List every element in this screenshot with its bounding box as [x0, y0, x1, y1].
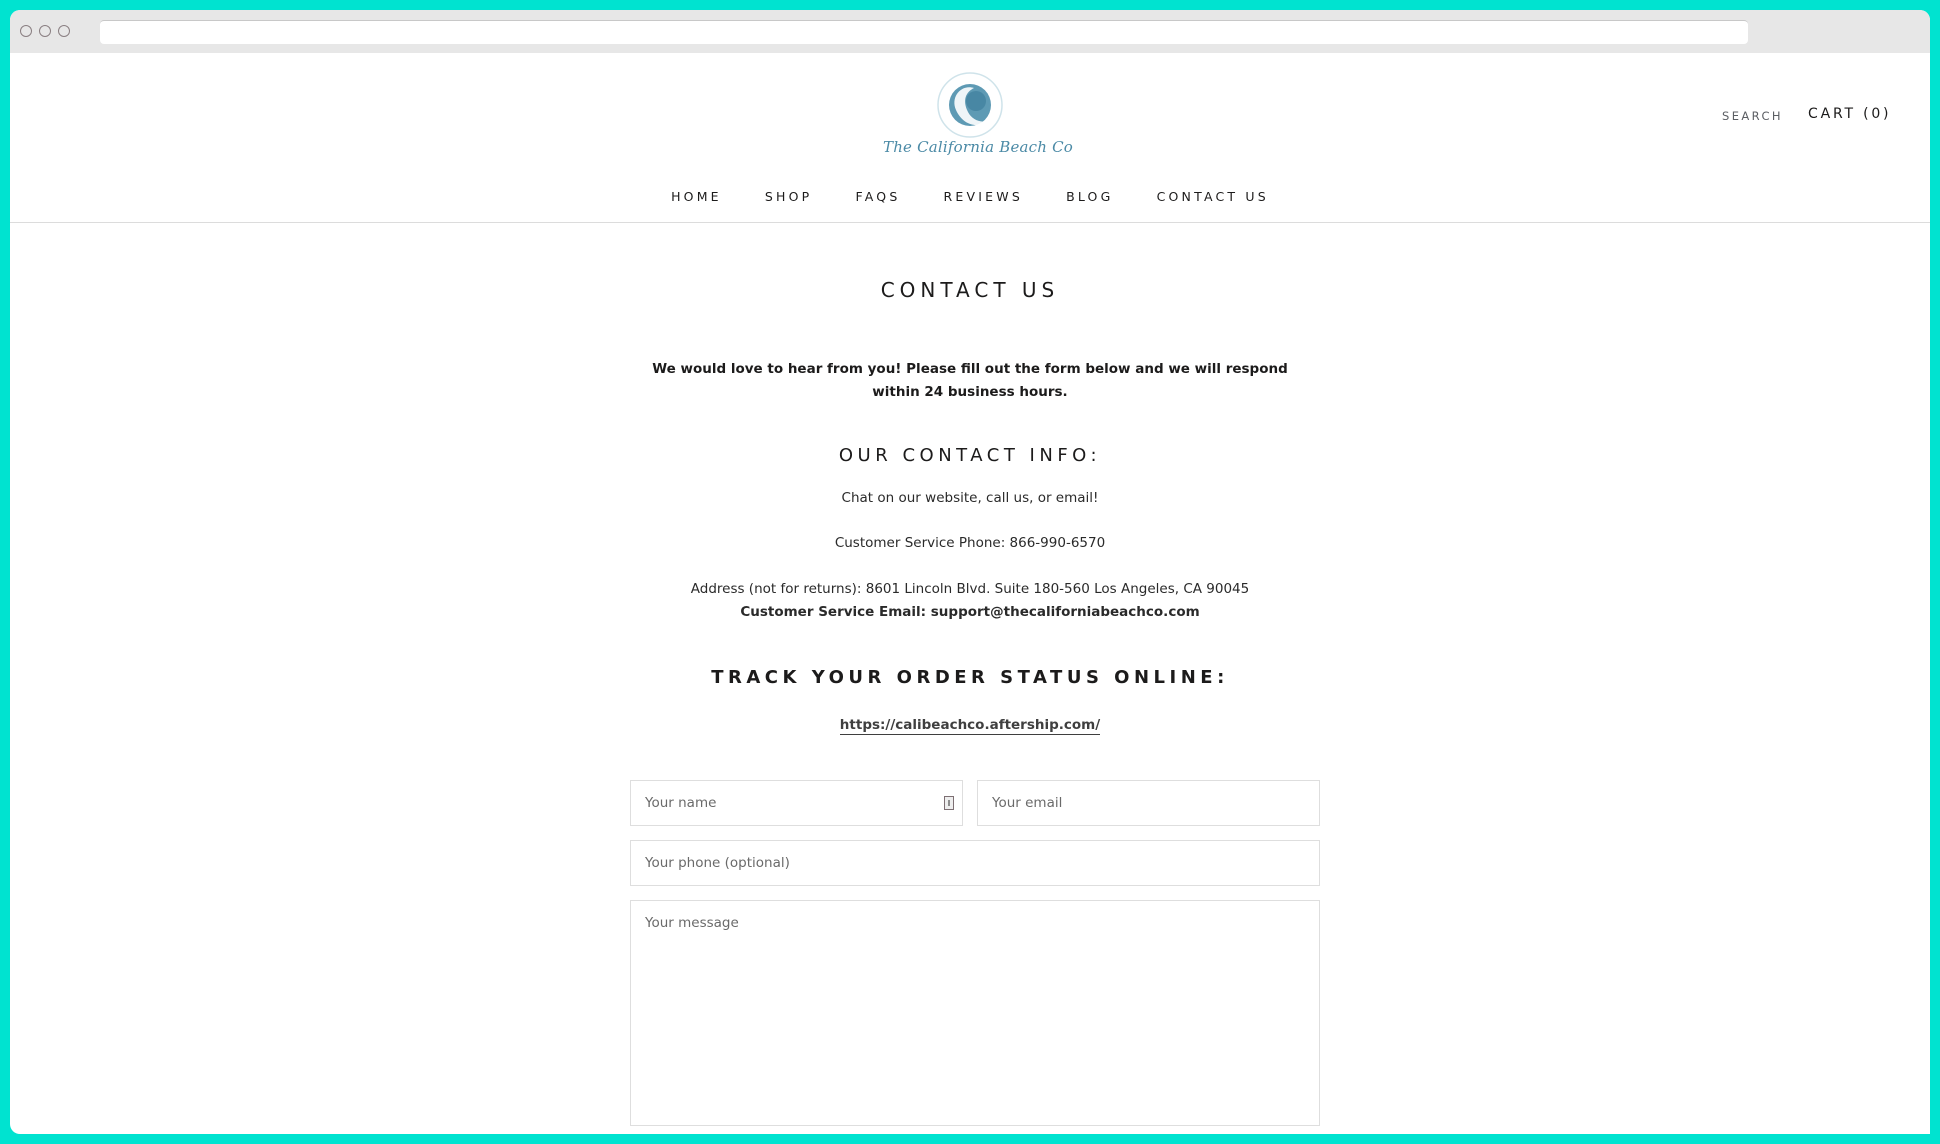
phone-input[interactable] [645, 841, 1319, 885]
chat-text: Chat on our website, call us, or email! [841, 490, 1099, 506]
address-text: Address (not for returns): 8601 Lincoln … [690, 581, 1250, 597]
email-input[interactable] [992, 781, 1319, 825]
nav-blog[interactable]: BLOG [1066, 189, 1113, 204]
header-divider [10, 222, 1930, 223]
window-close-icon[interactable] [20, 25, 32, 37]
page-title: CONTACT US [880, 278, 1060, 302]
track-link-wrap: https://calibeachco.aftership.com/ [10, 717, 1930, 735]
logo-text[interactable]: The California Beach Co [878, 138, 1078, 156]
phone-text: Customer Service Phone: 866-990-6570 [834, 535, 1106, 551]
browser-window: The California Beach Co SEARCH CART (0) … [10, 10, 1930, 1134]
name-input[interactable] [645, 781, 962, 825]
window-minimize-icon[interactable] [39, 25, 51, 37]
phone-field[interactable] [630, 840, 1320, 886]
intro-paragraph: We would love to hear from you! Please f… [652, 361, 1288, 400]
track-order-link[interactable]: https://calibeachco.aftership.com/ [839, 717, 1101, 735]
nav-contact-us[interactable]: CONTACT US [1157, 189, 1269, 204]
intro-text: We would love to hear from you! Please f… [10, 358, 1930, 404]
email-text: Customer Service Email: support@thecalif… [740, 604, 1200, 620]
nav-reviews[interactable]: REVIEWS [944, 189, 1023, 204]
nav-home[interactable]: HOME [671, 189, 722, 204]
cart-link[interactable]: CART (0) [1808, 106, 1891, 122]
nav-shop[interactable]: SHOP [765, 189, 813, 204]
search-link[interactable]: SEARCH [1722, 109, 1783, 123]
nav-faqs[interactable]: FAQS [856, 189, 901, 204]
message-field[interactable] [630, 900, 1320, 1126]
message-textarea[interactable] [645, 915, 1319, 1125]
contact-card-icon[interactable] [944, 796, 954, 810]
window-maximize-icon[interactable] [58, 25, 70, 37]
browser-titlebar [10, 10, 1930, 53]
address-bar[interactable] [100, 20, 1748, 44]
name-field[interactable] [630, 780, 963, 826]
email-field[interactable] [977, 780, 1320, 826]
contact-info-heading: OUR CONTACT INFO: [838, 445, 1102, 466]
track-order-heading: TRACK YOUR ORDER STATUS ONLINE: [711, 667, 1229, 688]
main-nav: HOME SHOP FAQS REVIEWS BLOG CONTACT US [10, 186, 1930, 205]
